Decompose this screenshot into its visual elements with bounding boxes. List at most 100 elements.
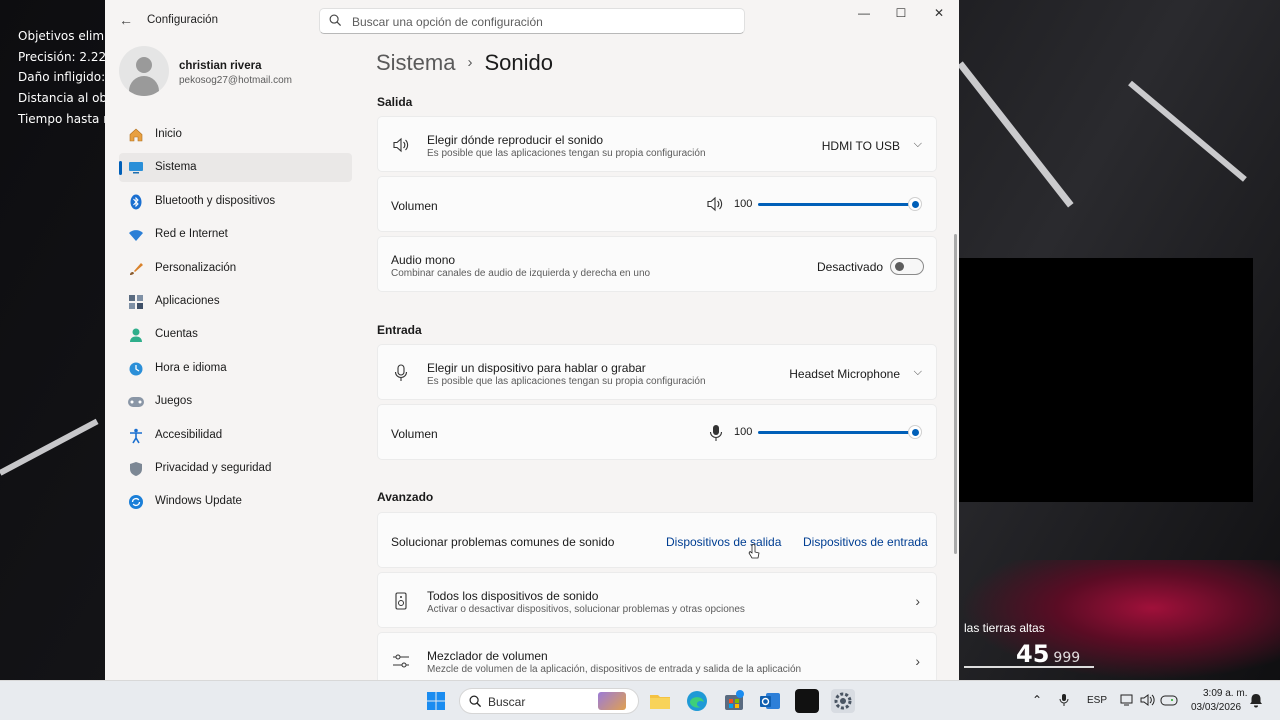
sidebar-item-label: Bluetooth y dispositivos: [155, 194, 276, 207]
sidebar-item-accesibilidad[interactable]: Accesibilidad: [119, 421, 352, 450]
sidebar-item-label: Personalización: [155, 261, 237, 274]
output-volume-value: 100: [734, 198, 753, 210]
output-volume-card: Volumen 100: [377, 176, 937, 232]
maximize-button[interactable]: ☐: [886, 4, 916, 22]
windows-start-icon[interactable]: [424, 689, 448, 713]
output-device-card[interactable]: Elegir dónde reproducir el sonido Es pos…: [377, 116, 937, 172]
app-title: Configuración: [147, 14, 218, 26]
sidebar-item-cuentas[interactable]: Cuentas: [119, 320, 352, 349]
chevron-up-icon[interactable]: ⌃: [1032, 693, 1042, 707]
taskbar-search[interactable]: Buscar: [459, 688, 639, 714]
volume-mixer-subtitle: Mezcle de volumen de la aplicación, disp…: [427, 664, 802, 675]
minimize-button[interactable]: —: [849, 4, 879, 22]
brush-icon: [127, 260, 145, 278]
mono-audio-state: Desactivado: [817, 260, 884, 274]
input-volume-thumb[interactable]: [908, 425, 922, 439]
output-volume-slider[interactable]: [758, 203, 915, 206]
update-icon: [127, 493, 145, 511]
chevron-down-icon[interactable]: ⌵: [914, 366, 922, 379]
sidebar-item-label: Aplicaciones: [155, 294, 220, 307]
mono-audio-subtitle: Combinar canales de audio de izquierda y…: [391, 268, 651, 279]
chevron-right-icon: ›: [915, 593, 920, 609]
settings-search-input[interactable]: Buscar una opción de configuración: [319, 8, 745, 34]
notification-bell-icon[interactable]: [1249, 693, 1263, 713]
shield-icon: [127, 460, 145, 478]
input-device-subtitle: Es posible que las aplicaciones tengan s…: [427, 376, 706, 387]
sidebar-item-personalizacion[interactable]: Personalización: [119, 254, 352, 283]
content-scrollbar[interactable]: [954, 234, 957, 554]
sidebar-item-inicio[interactable]: Inicio: [119, 120, 352, 149]
mono-audio-title: Audio mono: [391, 253, 456, 267]
chevron-right-icon: ›: [915, 653, 920, 669]
edge-browser-icon[interactable]: [685, 689, 709, 713]
output-volume-thumb[interactable]: [908, 197, 922, 211]
speaker-device-icon: [392, 592, 410, 610]
account-icon: [127, 326, 145, 344]
gamepad-tray-icon[interactable]: [1160, 693, 1178, 712]
input-device-card[interactable]: Elegir un dispositivo para hablar o grab…: [377, 344, 937, 400]
mixer-icon: [392, 652, 410, 670]
accessibility-icon: [127, 427, 145, 445]
taskbar: Buscar ⌃ ESP 3:09 a. m. 03/03/2026: [0, 680, 1280, 720]
network-tray-icon[interactable]: [1120, 693, 1134, 712]
settings-gear-icon[interactable]: [831, 689, 855, 713]
avatar[interactable]: [119, 46, 169, 96]
outlook-icon[interactable]: [758, 689, 782, 713]
taskbar-date[interactable]: 03/03/2026: [1191, 702, 1241, 713]
volume-tray-icon[interactable]: [1140, 693, 1156, 712]
monitor-icon: [127, 159, 145, 177]
microphone-tray-icon[interactable]: [1059, 693, 1069, 712]
microphone-volume-icon[interactable]: [709, 424, 723, 447]
overlay-black-box: [928, 258, 1253, 502]
game-speed-bar: [964, 666, 1094, 668]
store-icon[interactable]: [722, 689, 746, 713]
section-heading-input: Entrada: [377, 323, 422, 337]
troubleshoot-input-link[interactable]: Dispositivos de entrada: [803, 535, 928, 549]
profile-email: pekosog27@hotmail.com: [179, 75, 292, 86]
speaker-volume-icon[interactable]: [706, 196, 724, 217]
page-title: Sonido: [484, 50, 553, 75]
sidebar-item-hora[interactable]: Hora e idioma: [119, 354, 352, 383]
troubleshoot-output-link[interactable]: Dispositivos de salida: [666, 535, 781, 549]
breadcrumb: Sistema › Sonido: [376, 50, 553, 76]
home-icon: [127, 126, 145, 144]
back-button[interactable]: ←: [117, 11, 135, 29]
close-button[interactable]: ✕: [924, 4, 954, 22]
breadcrumb-parent[interactable]: Sistema: [376, 50, 455, 75]
settings-window: ← Configuración Buscar una opción de con…: [105, 0, 959, 680]
sidebar-item-windows-update[interactable]: Windows Update: [119, 487, 352, 516]
search-placeholder: Buscar una opción de configuración: [352, 15, 543, 29]
mono-audio-card: Audio mono Combinar canales de audio de …: [377, 236, 937, 292]
input-volume-slider[interactable]: [758, 431, 915, 434]
volume-mixer-card[interactable]: Mezclador de volumen Mezcle de volumen d…: [377, 632, 937, 680]
input-volume-card: Volumen 100: [377, 404, 937, 460]
mono-audio-toggle[interactable]: [890, 258, 924, 275]
call-of-duty-icon[interactable]: [795, 689, 819, 713]
taskbar-search-placeholder: Buscar: [488, 695, 526, 709]
profile-name: christian rivera: [179, 60, 262, 72]
chevron-down-icon[interactable]: ⌵: [914, 138, 922, 151]
sidebar-item-red[interactable]: Red e Internet: [119, 220, 352, 249]
sidebar-item-privacidad[interactable]: Privacidad y seguridad: [119, 454, 352, 483]
sidebar-item-bluetooth[interactable]: Bluetooth y dispositivos: [119, 187, 352, 216]
search-icon: [329, 14, 342, 27]
sidebar-item-juegos[interactable]: Juegos: [119, 387, 352, 416]
mouse-cursor-icon: [748, 543, 760, 564]
file-explorer-icon[interactable]: [648, 689, 672, 713]
section-heading-output: Salida: [377, 95, 413, 109]
sidebar-item-aplicaciones[interactable]: Aplicaciones: [119, 287, 352, 316]
sidebar-item-label: Sistema: [155, 161, 197, 174]
all-sound-devices-card[interactable]: Todos los dispositivos de sonido Activar…: [377, 572, 937, 628]
sidebar-item-sistema[interactable]: Sistema: [119, 153, 352, 183]
sidebar-item-label: Windows Update: [155, 495, 242, 508]
taskbar-time[interactable]: 3:09 a. m.: [1203, 688, 1247, 699]
breadcrumb-separator: ›: [467, 54, 473, 71]
input-device-select[interactable]: Headset Microphone: [789, 367, 900, 381]
game-location: las tierras altas: [964, 621, 1045, 635]
sidebar-item-label: Hora e idioma: [155, 361, 227, 374]
game-car-glow: [960, 560, 1280, 680]
language-indicator[interactable]: ESP: [1087, 695, 1107, 706]
avatar-head: [136, 57, 152, 73]
output-volume-label: Volumen: [391, 199, 438, 213]
output-device-select[interactable]: HDMI TO USB: [822, 139, 900, 153]
